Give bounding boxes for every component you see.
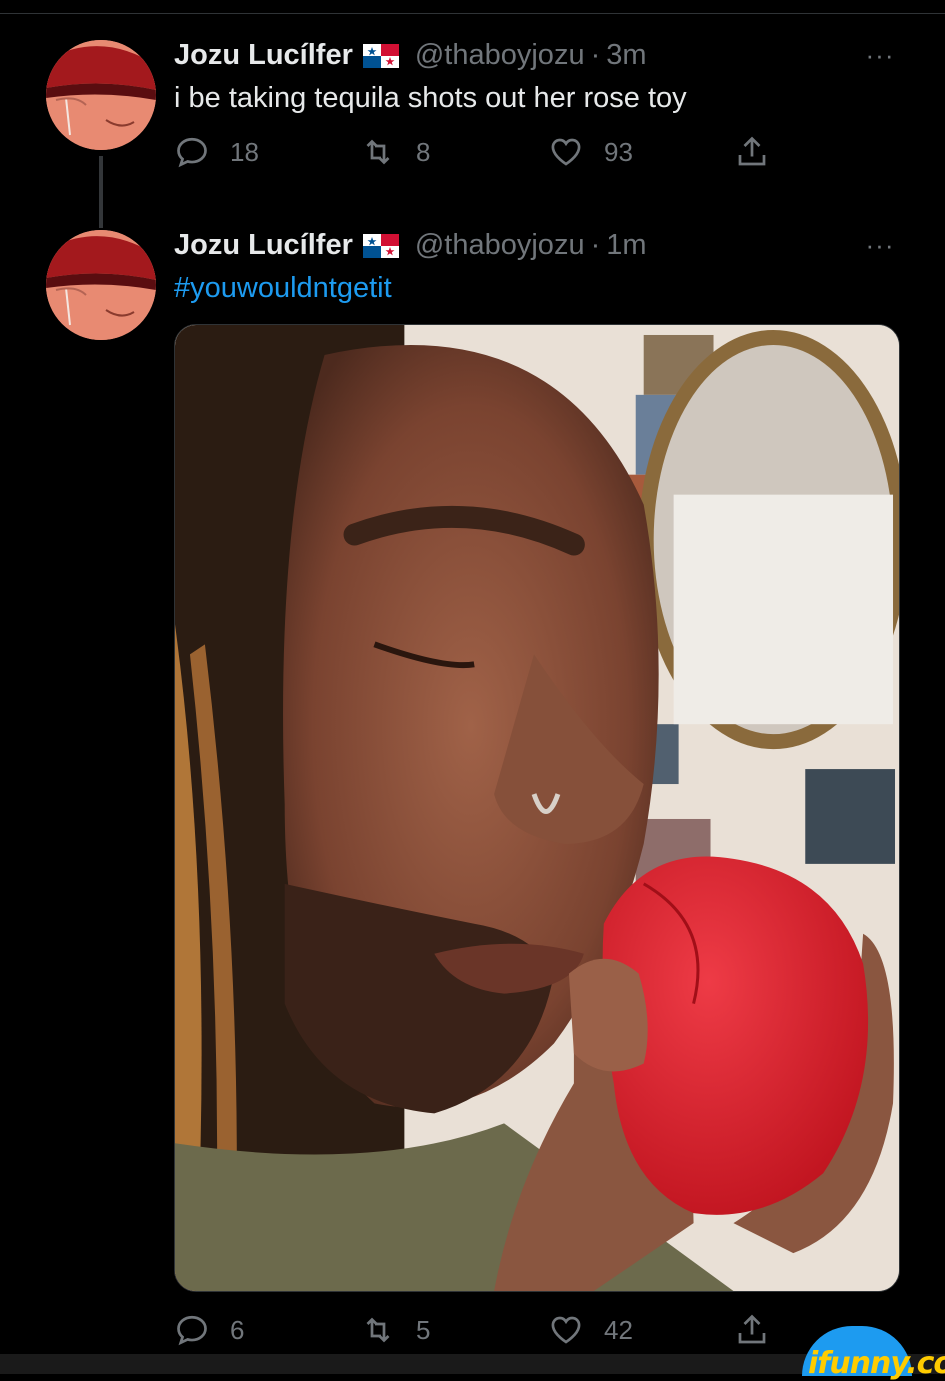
- reply-button[interactable]: 18: [174, 132, 259, 172]
- share-icon: [738, 136, 766, 166]
- tweet-header: Jozu Lucílfer @thaboyjozu · 3m: [174, 35, 647, 75]
- panama-flag-icon: [362, 43, 399, 68]
- tweet-2[interactable]: Jozu Lucílfer @thaboyjozu · 1m ··· #youw…: [0, 229, 945, 1354]
- retweet-count: 8: [416, 136, 431, 167]
- author-handle[interactable]: @thaboyjozu: [415, 39, 585, 72]
- retweet-button[interactable]: 5: [360, 1310, 430, 1350]
- hashtag-link[interactable]: #youwouldntgetit: [174, 272, 392, 305]
- like-button[interactable]: 42: [548, 1310, 633, 1350]
- more-icon[interactable]: ···: [860, 232, 900, 258]
- avatar[interactable]: [46, 230, 156, 340]
- retweet-button[interactable]: 8: [360, 132, 430, 172]
- panama-flag-icon: [362, 233, 399, 258]
- reply-count: 18: [230, 136, 259, 167]
- retweet-count: 5: [416, 1314, 431, 1345]
- tweet-text: i be taking tequila shots out her rose t…: [174, 82, 687, 114]
- reply-icon: [177, 137, 207, 168]
- share-icon: [738, 1314, 766, 1344]
- separator-dot: ·: [590, 38, 601, 71]
- reply-button[interactable]: 6: [174, 1310, 244, 1350]
- tweet-1[interactable]: Jozu Lucílfer @thaboyjozu · 3m ··· i be …: [0, 0, 945, 230]
- timestamp[interactable]: 3m: [606, 39, 646, 72]
- like-icon: [551, 138, 581, 166]
- tweet-actions: 6 5 42: [174, 1310, 794, 1350]
- author-name[interactable]: Jozu Lucílfer: [174, 39, 353, 72]
- thread-line: [99, 156, 103, 228]
- timestamp[interactable]: 1m: [606, 229, 646, 262]
- share-button[interactable]: [734, 1310, 790, 1350]
- like-count: 42: [604, 1314, 633, 1345]
- avatar[interactable]: [46, 40, 156, 150]
- ifunny-watermark: ifunny.co: [800, 1326, 945, 1381]
- tweet-actions: 18 8 93: [174, 132, 794, 172]
- reply-count: 6: [230, 1314, 245, 1345]
- tweet-header: Jozu Lucílfer @thaboyjozu · 1m: [174, 225, 647, 265]
- author-handle[interactable]: @thaboyjozu: [415, 229, 585, 262]
- more-icon[interactable]: ···: [860, 42, 900, 68]
- like-icon: [551, 1316, 581, 1344]
- like-button[interactable]: 93: [548, 132, 633, 172]
- retweet-icon: [366, 1317, 390, 1343]
- separator-dot: ·: [590, 228, 601, 261]
- retweet-icon: [366, 139, 390, 165]
- author-name[interactable]: Jozu Lucílfer: [174, 229, 353, 262]
- like-count: 93: [604, 136, 633, 167]
- tweet-photo[interactable]: [174, 324, 900, 1292]
- share-button[interactable]: [734, 132, 790, 172]
- watermark-text: ifunny.co: [808, 1346, 945, 1381]
- reply-icon: [177, 1315, 207, 1346]
